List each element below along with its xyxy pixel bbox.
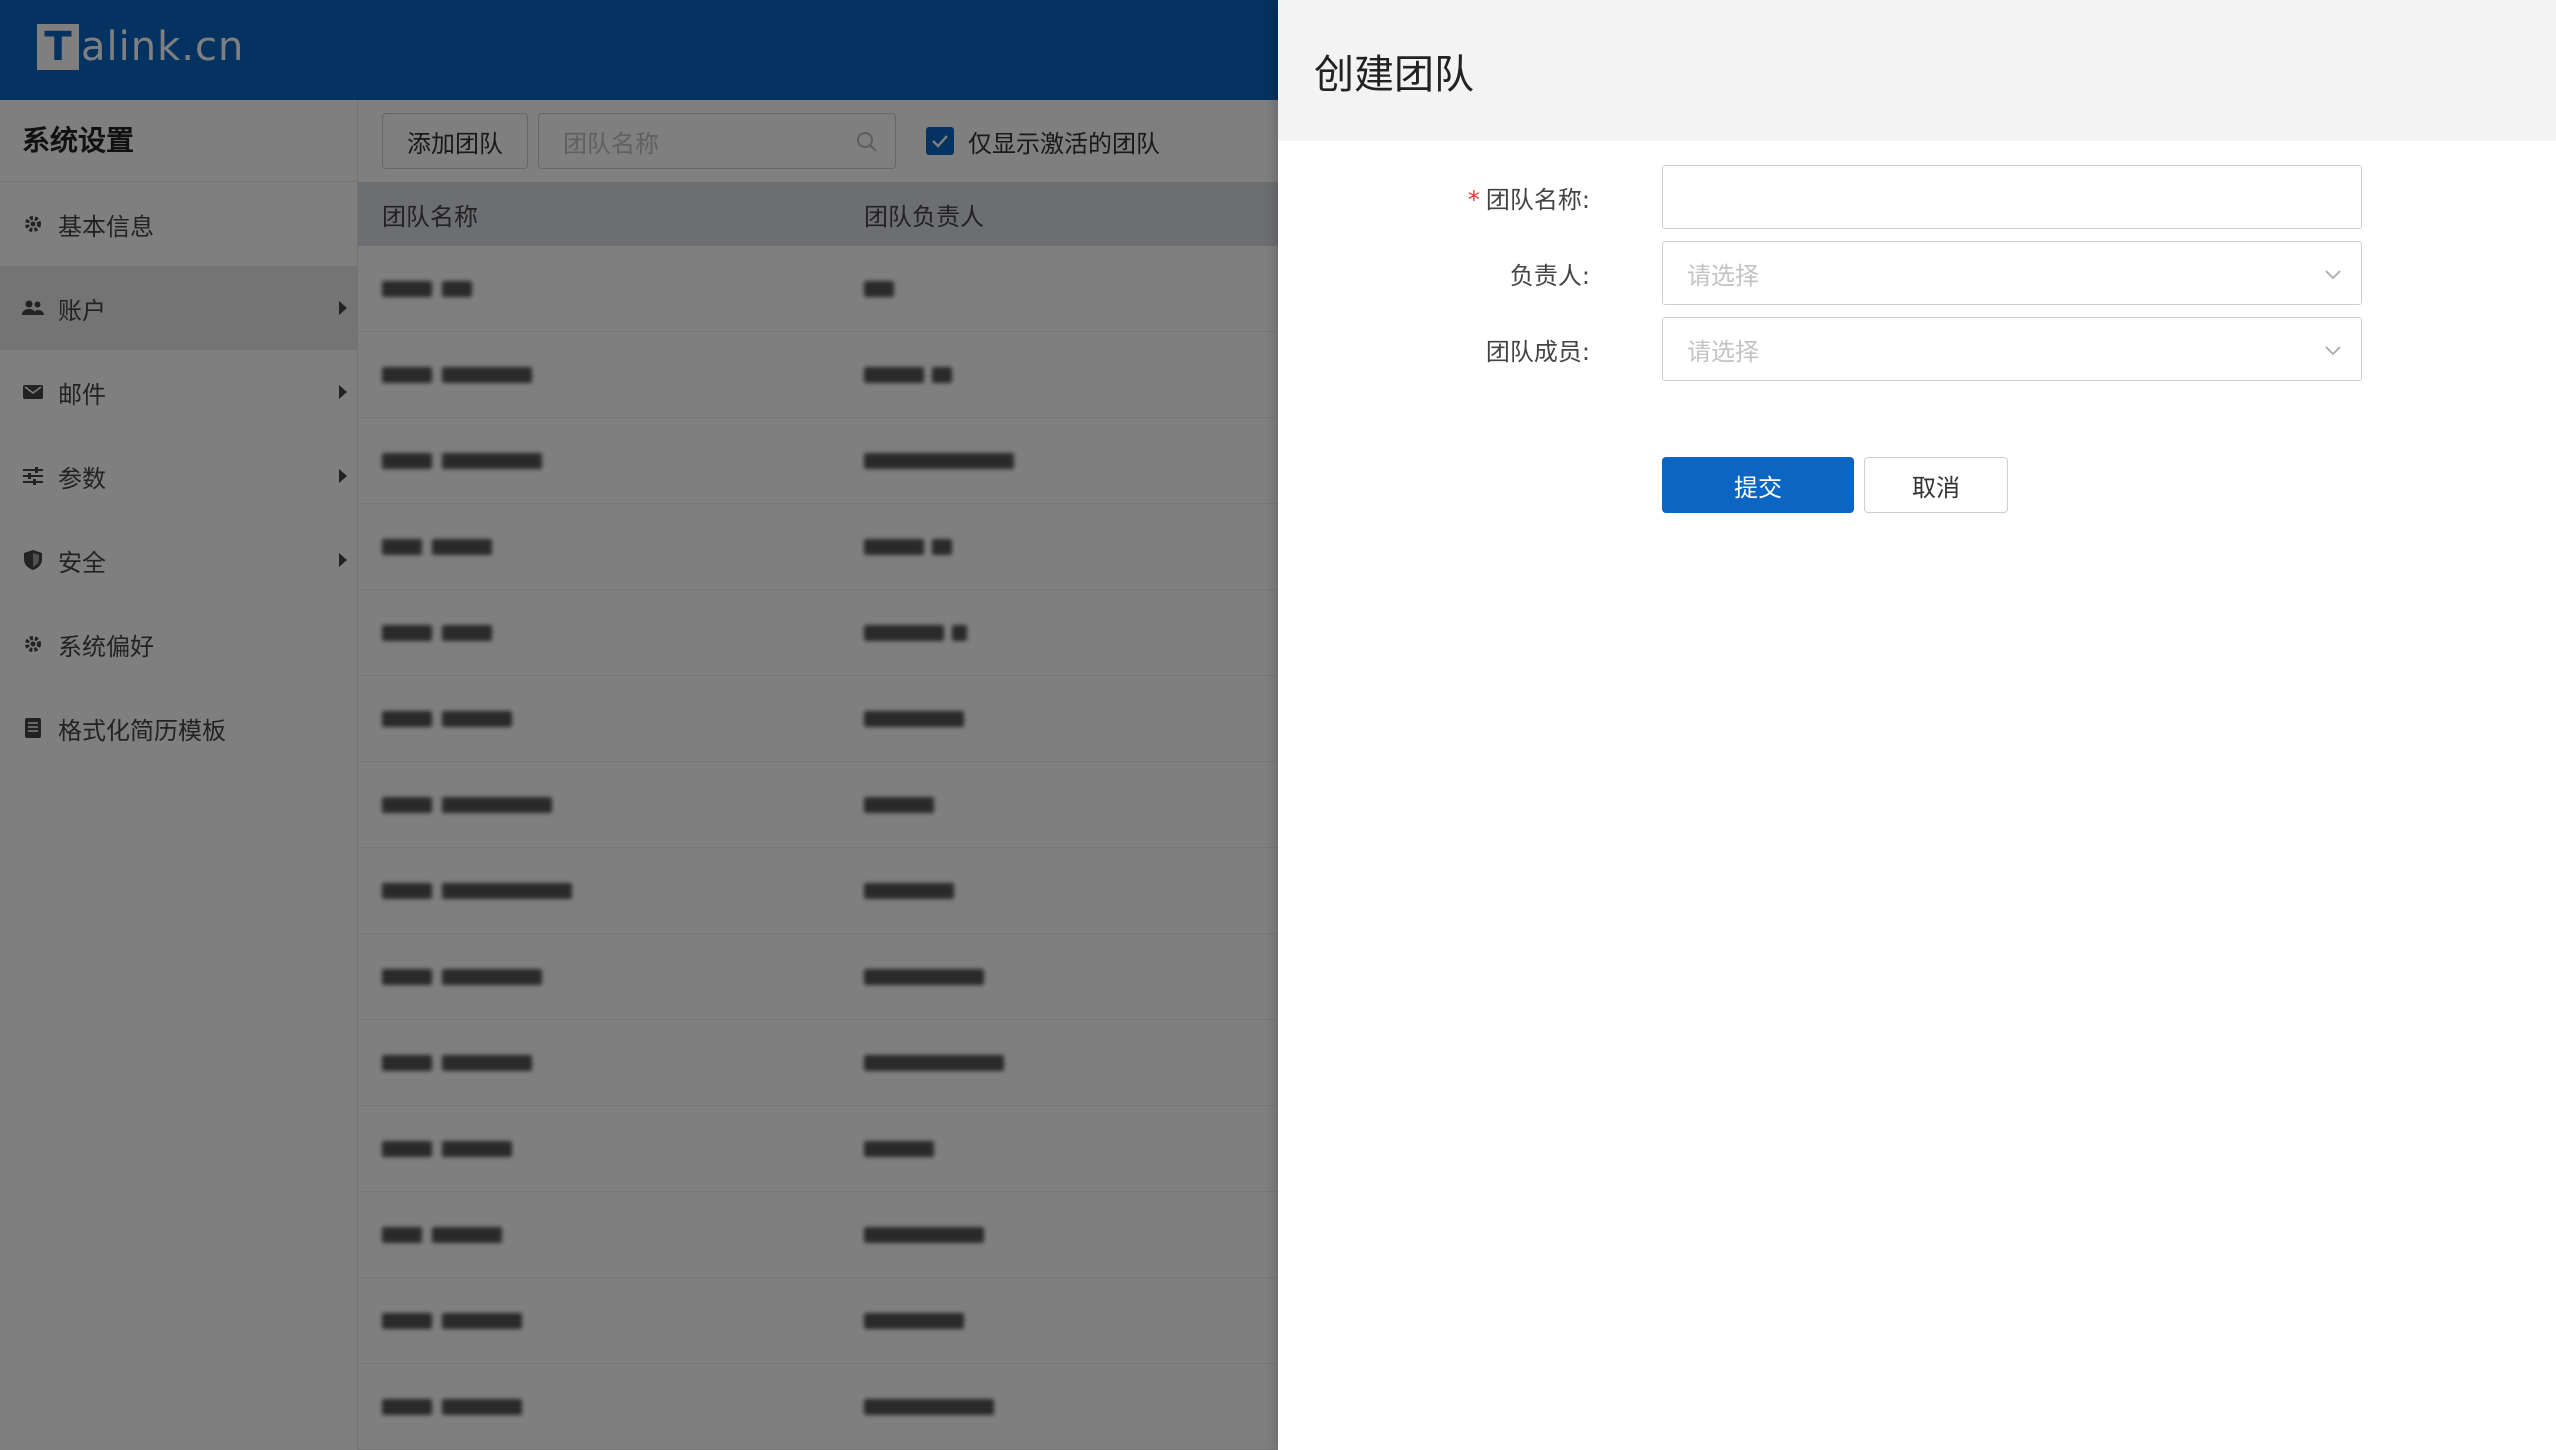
team-name-input[interactable]: [1662, 165, 2362, 229]
team-members-label: 团队成员:: [1485, 337, 1590, 366]
create-team-drawer: 创建团队 * 团队名称: 负责人: 请选择 团队成员: 请选择: [1278, 0, 2556, 1450]
chevron-down-icon: [2325, 346, 2341, 356]
drawer-title: 创建团队: [1278, 0, 2556, 141]
team-owner-row: 负责人: 请选择: [1278, 241, 2556, 305]
modal-overlay[interactable]: [0, 0, 1278, 1450]
chevron-down-icon: [2325, 270, 2341, 280]
required-asterisk: *: [1467, 185, 1480, 214]
cancel-button[interactable]: 取消: [1864, 457, 2008, 513]
submit-button[interactable]: 提交: [1662, 457, 1854, 513]
select-placeholder: 请选择: [1687, 261, 1759, 290]
team-owner-select[interactable]: 请选择: [1662, 241, 2362, 305]
team-name-row: * 团队名称:: [1278, 165, 2556, 229]
team-name-label: * 团队名称:: [1467, 185, 1590, 214]
select-placeholder: 请选择: [1687, 337, 1759, 366]
team-members-select[interactable]: 请选择: [1662, 317, 2362, 381]
team-members-row: 团队成员: 请选择: [1278, 317, 2556, 381]
team-owner-label: 负责人:: [1509, 261, 1590, 290]
